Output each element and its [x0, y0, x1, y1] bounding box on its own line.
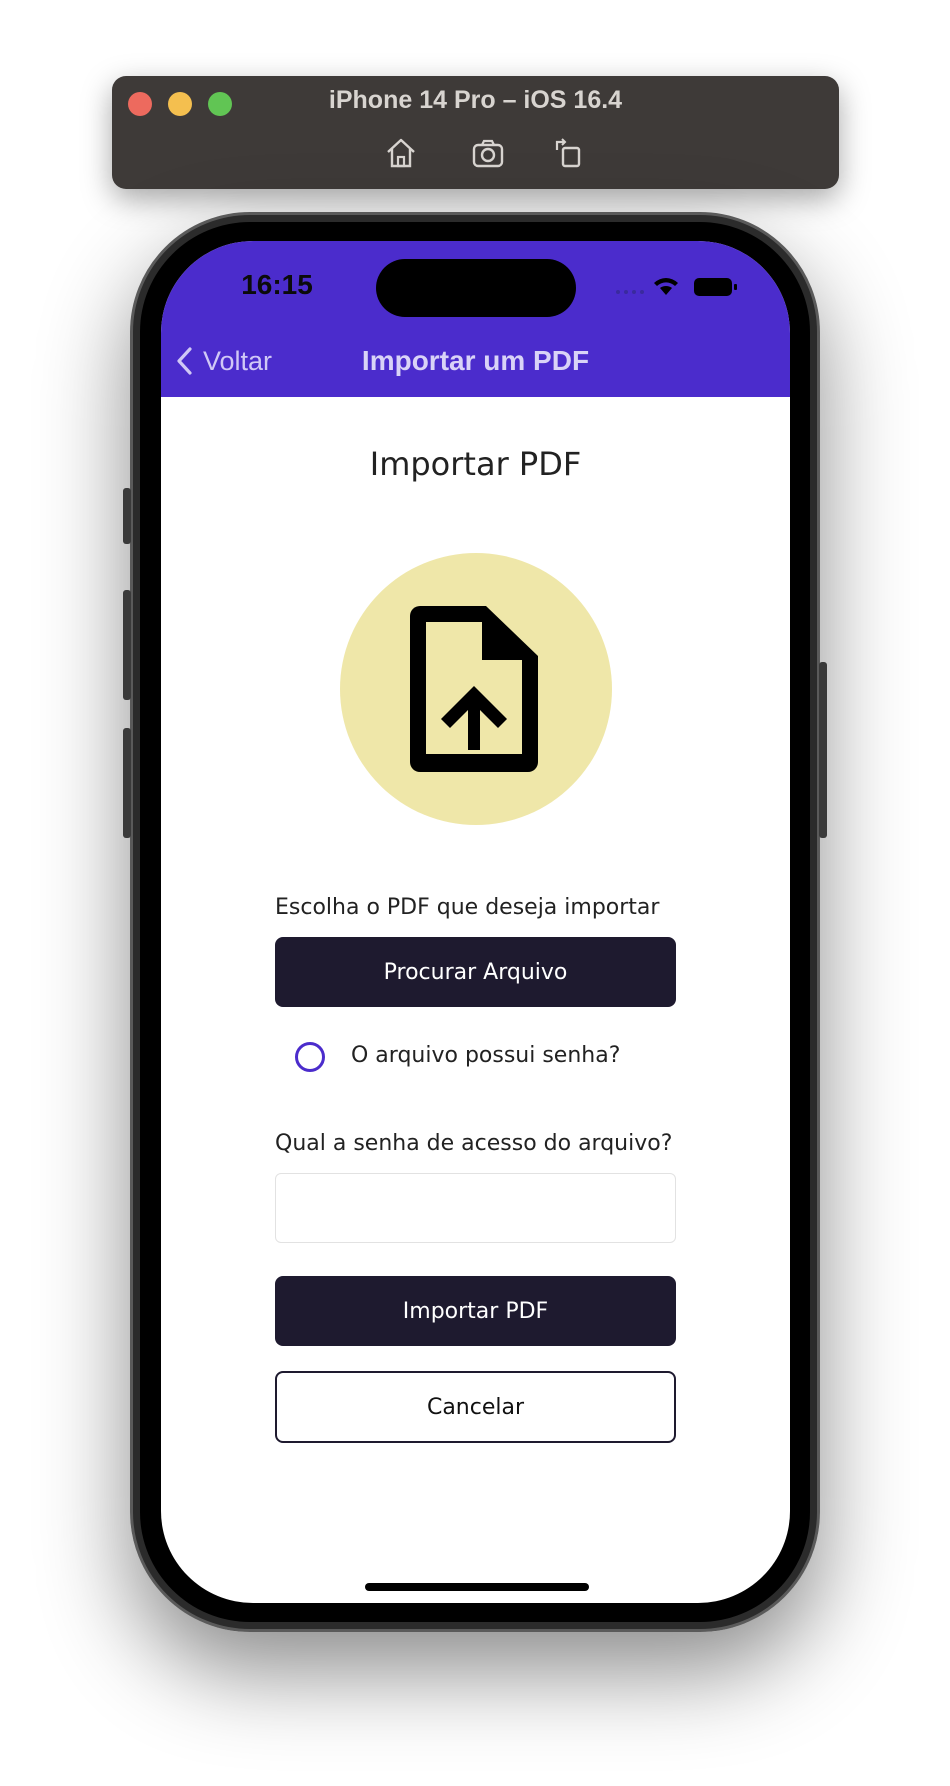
status-icons	[614, 275, 740, 299]
has-password-label[interactable]: O arquivo possui senha?	[351, 1043, 620, 1068]
has-password-radio[interactable]	[295, 1042, 325, 1072]
volume-down-button[interactable]	[123, 728, 131, 838]
choose-pdf-label: Escolha o PDF que deseja importar	[275, 895, 660, 920]
power-button[interactable]	[819, 662, 827, 838]
volume-up-button[interactable]	[123, 590, 131, 700]
battery-icon	[694, 278, 737, 296]
password-label: Qual a senha de acesso do arquivo?	[275, 1131, 673, 1156]
cancel-button[interactable]: Cancelar	[275, 1371, 676, 1443]
upload-file-icon	[410, 606, 538, 772]
browse-file-button[interactable]: Procurar Arquivo	[275, 937, 676, 1007]
action-button[interactable]	[123, 488, 131, 544]
home-indicator[interactable]	[365, 1583, 589, 1591]
phone-screen: 16:15 Voltar Importar um PDF Importar PD…	[161, 241, 790, 1603]
simulator-title: iPhone 14 Pro – iOS 16.4	[328, 86, 623, 114]
signal-icon	[616, 290, 644, 294]
password-field[interactable]	[275, 1173, 676, 1243]
page-title: Importar PDF	[369, 445, 582, 483]
nav-title: Importar um PDF	[361, 345, 590, 376]
rotate-icon[interactable]	[551, 136, 587, 170]
screenshot-icon[interactable]	[471, 136, 507, 170]
home-icon[interactable]	[383, 136, 419, 170]
import-pdf-button[interactable]: Importar PDF	[275, 1276, 676, 1346]
wifi-icon	[654, 278, 678, 295]
dynamic-island	[376, 259, 576, 317]
upload-file-icon-circle	[340, 553, 612, 825]
status-time: 16:15	[241, 269, 313, 300]
app-header: 16:15 Voltar Importar um PDF	[161, 241, 790, 397]
